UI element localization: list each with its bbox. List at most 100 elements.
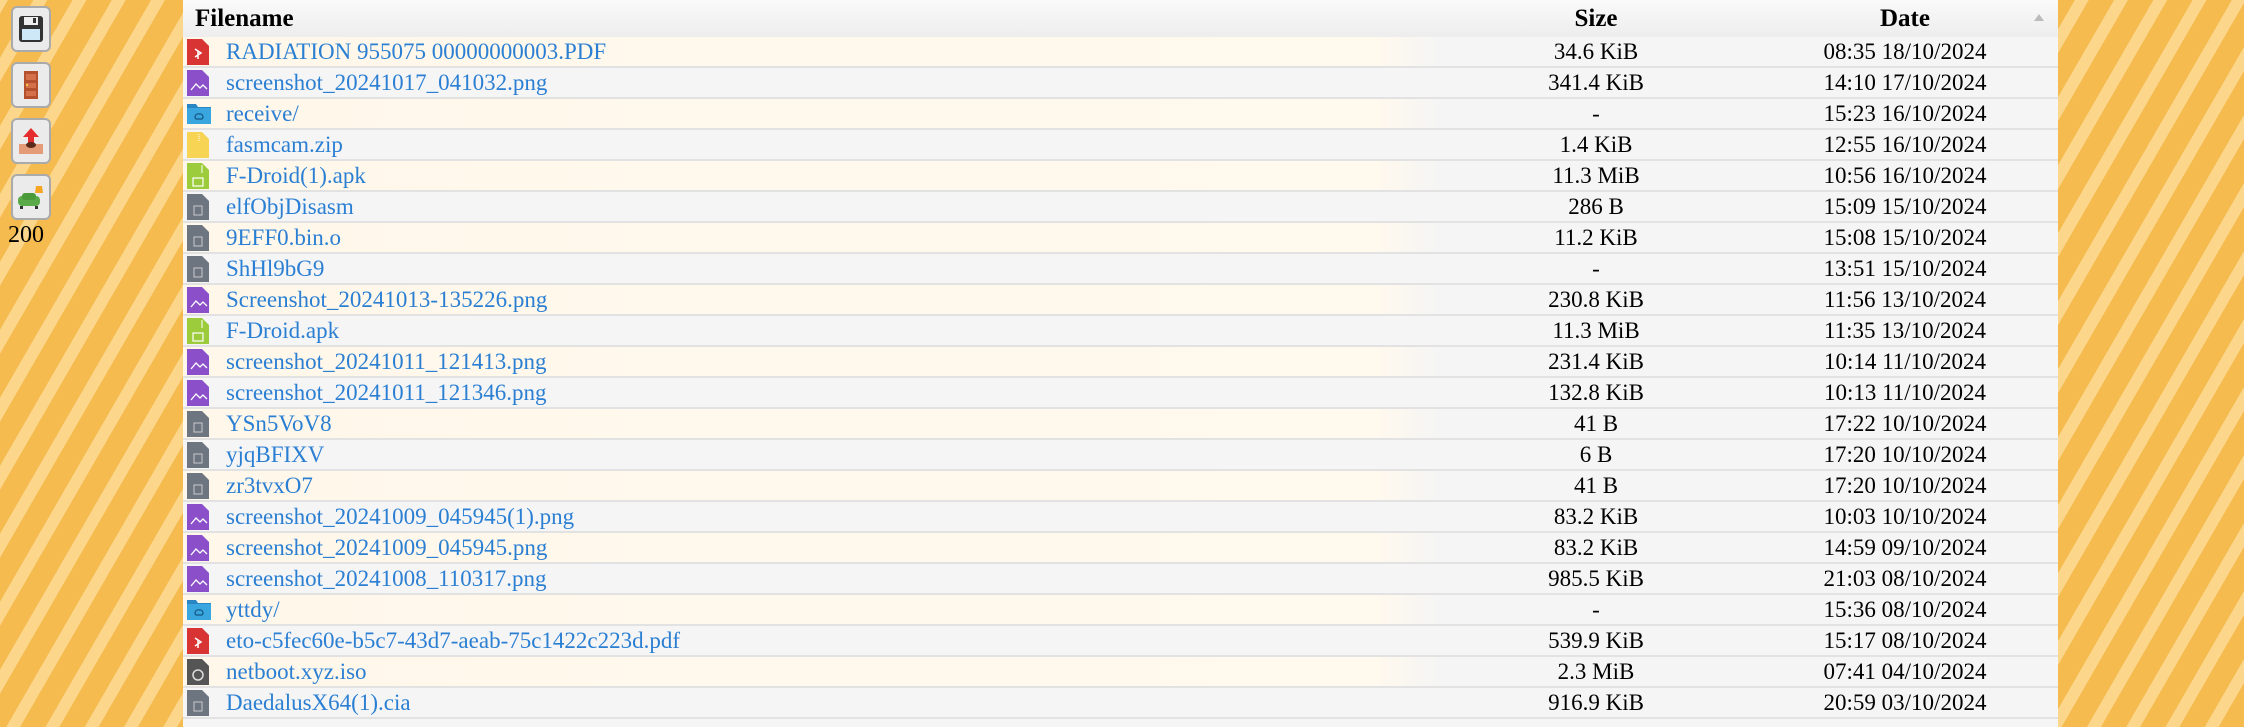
image-file-icon (187, 503, 209, 530)
date-cell: 17:20 10/10/2024 (1823, 441, 1987, 467)
file-link[interactable]: screenshot_20241011_121413.png (226, 349, 546, 375)
date-cell: 15:08 15/10/2024 (1823, 224, 1987, 250)
date-cell: 11:56 13/10/2024 (1823, 286, 1987, 312)
table-header: Filename Size Date (183, 0, 2058, 37)
table-row[interactable]: 9EFF0.bin.o 11.2 KiB 15:08 15/10/2024 (183, 223, 2058, 254)
file-link[interactable]: netboot.xyz.iso (226, 659, 367, 685)
file-link[interactable]: ShHl9bG9 (226, 256, 324, 282)
size-cell: 230.8 KiB (1548, 286, 1644, 312)
date-cell: 10:56 16/10/2024 (1823, 162, 1987, 188)
date-cell: 15:17 08/10/2024 (1823, 627, 1987, 653)
file-link[interactable]: YSn5VoV8 (226, 411, 332, 437)
table-row[interactable]: F-Droid(1).apk 11.3 MiB 10:56 16/10/2024 (183, 161, 2058, 192)
date-cell: 10:14 11/10/2024 (1823, 348, 1987, 374)
table-row[interactable]: screenshot_20241008_110317.png 985.5 KiB 2… (183, 564, 2058, 595)
size-cell: 341.4 KiB (1548, 69, 1644, 95)
table-row[interactable]: F-Droid.apk 11.3 MiB 11:35 13/10/2024 (183, 316, 2058, 347)
table-row[interactable]: elfObjDisasm 286 B 15:09 15/10/2024 (183, 192, 2058, 223)
file-link[interactable]: DaedalusX64(1).cia (226, 690, 411, 716)
size-cell: 539.9 KiB (1548, 627, 1644, 653)
table-row[interactable]: receive/ - 15:23 16/10/2024 (183, 99, 2058, 130)
file-link[interactable]: zr3tvxO7 (226, 473, 313, 499)
filename-cell: RADIATION 955075 00000000003.PDF (183, 37, 1440, 66)
unknown-file-icon (187, 224, 209, 251)
table-row[interactable]: yjqBFIXV 6 B 17:20 10/10/2024 (183, 440, 2058, 471)
date-cell: 12:55 16/10/2024 (1823, 131, 1987, 157)
table-row[interactable]: ShHl9bG9 - 13:51 15/10/2024 (183, 254, 2058, 285)
settings-button[interactable] (11, 174, 51, 220)
date-cell: 17:22 10/10/2024 (1823, 410, 1987, 436)
table-row[interactable]: screenshot_20241017_041032.png 341.4 KiB 1… (183, 68, 2058, 99)
size-cell: 1.4 KiB (1559, 131, 1633, 157)
unknown-file-icon (187, 441, 209, 468)
unknown-file-icon (187, 410, 209, 437)
file-link[interactable]: Screenshot_20241013-135226.png (226, 287, 547, 313)
date-cell: 15:36 08/10/2024 (1823, 596, 1987, 622)
table-row[interactable]: fasmcam.zip 1.4 KiB 12:55 16/10/2024 (183, 130, 2058, 161)
unknown-file-icon (187, 472, 209, 499)
file-link[interactable]: yttdy/ (226, 597, 280, 623)
table-row[interactable]: screenshot_20241009_045945(1).png 83.2 Ki… (183, 502, 2058, 533)
file-link[interactable]: screenshot_20241017_041032.png (226, 70, 547, 96)
door-exit-icon (24, 71, 38, 99)
table-row[interactable]: screenshot_20241009_045945.png 83.2 KiB 14… (183, 533, 2058, 564)
filename-cell: screenshot_20241009_045945.png (183, 533, 1440, 562)
disc-file-icon (187, 658, 209, 685)
folder-file-icon (187, 597, 211, 623)
folder-file-icon (187, 101, 211, 127)
filename-cell: screenshot_20241011_121346.png (183, 378, 1440, 407)
table-row[interactable]: DaedalusX64(1).cia 916.9 KiB 20:59 03/10/2… (183, 688, 2058, 719)
file-link[interactable]: screenshot_20241009_045945.png (226, 535, 547, 561)
table-row[interactable]: zr3tvxO7 41 B 17:20 10/10/2024 (183, 471, 2058, 502)
filename-cell: screenshot_20241011_121413.png (183, 347, 1440, 376)
date-cell: 21:03 08/10/2024 (1823, 565, 1987, 591)
table-row[interactable]: screenshot_20241011_121346.png 132.8 KiB 1… (183, 378, 2058, 409)
file-link[interactable]: 9EFF0.bin.o (226, 225, 341, 251)
upload-button[interactable] (11, 118, 51, 164)
sort-arrow-icon (2034, 14, 2044, 21)
file-link[interactable]: yjqBFIXV (226, 442, 324, 468)
date-cell: 10:13 11/10/2024 (1823, 379, 1987, 405)
table-row[interactable]: yttdy/ - 15:36 08/10/2024 (183, 595, 2058, 626)
filename-cell: Screenshot_20241013-135226.png (183, 285, 1440, 314)
table-row[interactable]: YSn5VoV8 41 B 17:22 10/10/2024 (183, 409, 2058, 440)
size-cell: 916.9 KiB (1548, 689, 1644, 715)
file-link[interactable]: F-Droid(1).apk (226, 163, 366, 189)
filename-cell: fasmcam.zip (183, 130, 1440, 159)
logout-button[interactable] (11, 62, 51, 108)
table-row[interactable]: screenshot_20241011_121413.png 231.4 KiB 1… (183, 347, 2058, 378)
file-link[interactable]: eto-c5fec60e-b5c7-43d7-aeab-75c1422c223d… (226, 628, 680, 654)
table-row[interactable]: RADIATION 955075 00000000003.PDF 34.6 KiB… (183, 37, 2058, 68)
size-cell: 231.4 KiB (1548, 348, 1644, 374)
save-button[interactable] (11, 6, 51, 52)
unknown-file-icon (187, 689, 209, 716)
image-file-icon (187, 534, 209, 561)
size-cell: 11.2 KiB (1554, 224, 1638, 250)
size-cell: 2.3 MiB (1557, 658, 1635, 684)
column-header-size[interactable]: Size (1440, 5, 1752, 33)
file-link[interactable]: receive/ (226, 101, 299, 127)
sidebar: 200 (0, 0, 183, 727)
filename-cell: screenshot_20241009_045945(1).png (183, 502, 1440, 531)
column-header-filename[interactable]: Filename (183, 5, 1440, 33)
date-cell: 17:20 10/10/2024 (1823, 472, 1987, 498)
table-row[interactable]: eto-c5fec60e-b5c7-43d7-aeab-75c1422c223d… (183, 626, 2058, 657)
date-cell: 14:59 09/10/2024 (1823, 534, 1987, 560)
image-file-icon (187, 286, 209, 313)
file-link[interactable]: RADIATION 955075 00000000003.PDF (226, 39, 606, 65)
file-table: Filename Size Date RADIATION 955075 0000… (183, 0, 2058, 727)
file-link[interactable]: fasmcam.zip (226, 132, 343, 158)
file-link[interactable]: screenshot_20241008_110317.png (226, 566, 546, 592)
file-link[interactable]: F-Droid.apk (226, 318, 339, 344)
column-header-date[interactable]: Date (1752, 5, 2058, 33)
filename-cell: receive/ (183, 99, 1440, 128)
date-cell: 13:51 15/10/2024 (1823, 255, 1987, 281)
file-link[interactable]: elfObjDisasm (226, 194, 354, 220)
table-row[interactable]: Screenshot_20241013-135226.png 230.8 KiB 1… (183, 285, 2058, 316)
file-link[interactable]: screenshot_20241009_045945(1).png (226, 504, 574, 530)
image-file-icon (187, 565, 209, 592)
filename-cell: screenshot_20241008_110317.png (183, 564, 1440, 593)
table-row[interactable]: netboot.xyz.iso 2.3 MiB 07:41 04/10/2024 (183, 657, 2058, 688)
filename-cell: 9EFF0.bin.o (183, 223, 1440, 252)
file-link[interactable]: screenshot_20241011_121346.png (226, 380, 546, 406)
